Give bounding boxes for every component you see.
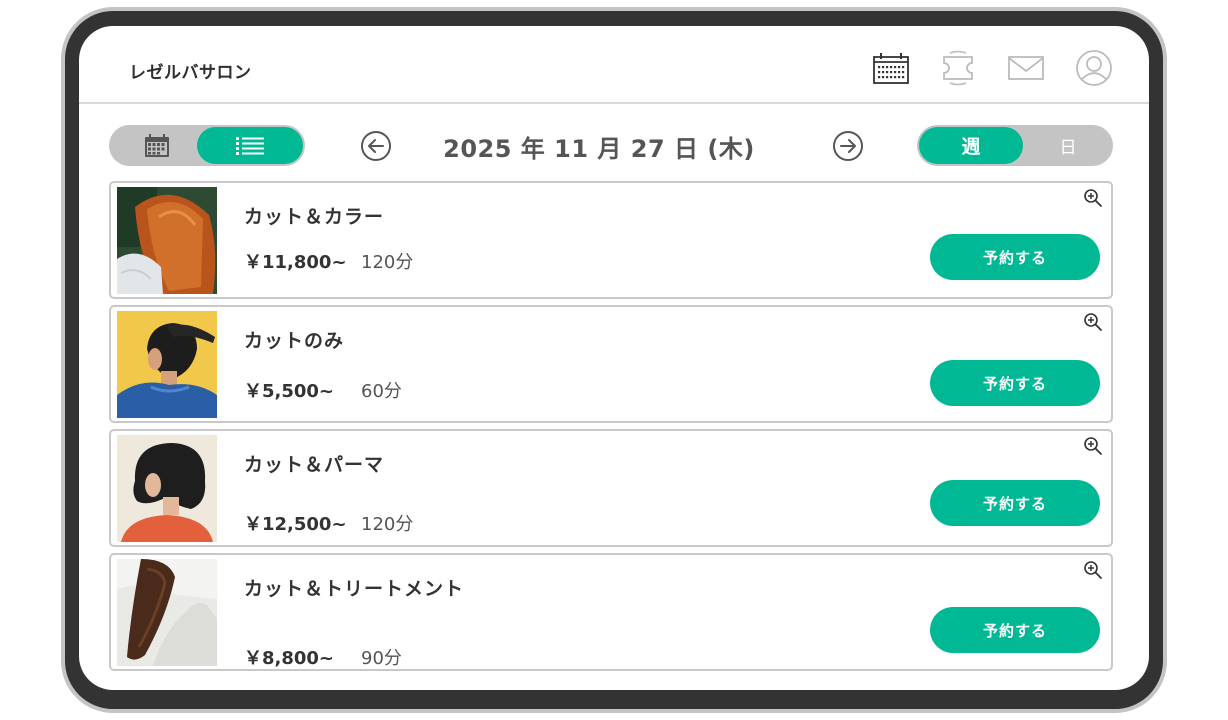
zoom-in-icon[interactable] <box>1083 312 1103 332</box>
menu-name: カット＆カラー <box>244 206 385 228</box>
calendar-icon <box>145 133 169 157</box>
calendar-icon[interactable] <box>871 48 911 88</box>
menu-photo <box>117 559 217 666</box>
view-toggle <box>109 125 305 166</box>
menu-duration: 120分 <box>361 252 414 273</box>
menu-card: カット＆トリートメント ￥8,800~ 90分 予約する <box>109 553 1113 671</box>
app-screen: レゼルバサロン 2025 年 11 月 27 日 (木) 週 日 カット＆カラー… <box>79 26 1149 690</box>
menu-price: ￥8,800~ <box>244 648 335 669</box>
menu-photo <box>117 187 217 294</box>
zoom-in-icon[interactable] <box>1083 436 1103 456</box>
menu-photo <box>117 311 217 418</box>
menu-card: カット＆カラー ￥11,800~ 120分 予約する <box>109 181 1113 299</box>
menu-price: ￥11,800~ <box>244 252 347 273</box>
mail-icon[interactable] <box>1006 48 1046 88</box>
range-toggle: 週 日 <box>917 125 1113 166</box>
ticket-icon[interactable] <box>938 48 978 88</box>
menu-list: カット＆カラー ￥11,800~ 120分 予約する カットのみ ￥5,500~… <box>109 181 1113 677</box>
menu-name: カット＆トリートメント <box>244 578 465 600</box>
next-date-arrow-icon[interactable] <box>832 130 864 162</box>
menu-name: カット＆パーマ <box>244 454 385 476</box>
menu-duration: 90分 <box>361 648 402 669</box>
book-button[interactable]: 予約する <box>930 607 1100 653</box>
app-header: レゼルバサロン <box>79 26 1149 104</box>
calendar-view-button[interactable] <box>109 125 205 166</box>
user-icon[interactable] <box>1074 48 1114 88</box>
menu-photo <box>117 435 217 542</box>
book-button[interactable]: 予約する <box>930 360 1100 406</box>
list-icon <box>236 136 264 155</box>
app-title: レゼルバサロン <box>129 63 252 83</box>
current-date: 2025 年 11 月 27 日 (木) <box>443 135 755 163</box>
book-button[interactable]: 予約する <box>930 480 1100 526</box>
book-button[interactable]: 予約する <box>930 234 1100 280</box>
day-toggle-button[interactable]: 日 <box>1023 125 1113 166</box>
menu-duration: 120分 <box>361 514 414 535</box>
menu-card: カットのみ ￥5,500~ 60分 予約する <box>109 305 1113 423</box>
zoom-in-icon[interactable] <box>1083 560 1103 580</box>
zoom-in-icon[interactable] <box>1083 188 1103 208</box>
menu-card: カット＆パーマ ￥12,500~ 120分 予約する <box>109 429 1113 547</box>
list-view-button[interactable] <box>197 127 303 164</box>
week-toggle-button[interactable]: 週 <box>919 127 1023 164</box>
menu-duration: 60分 <box>361 381 402 402</box>
menu-price: ￥12,500~ <box>244 514 347 535</box>
menu-price: ￥5,500~ <box>244 381 335 402</box>
menu-name: カットのみ <box>244 330 345 352</box>
